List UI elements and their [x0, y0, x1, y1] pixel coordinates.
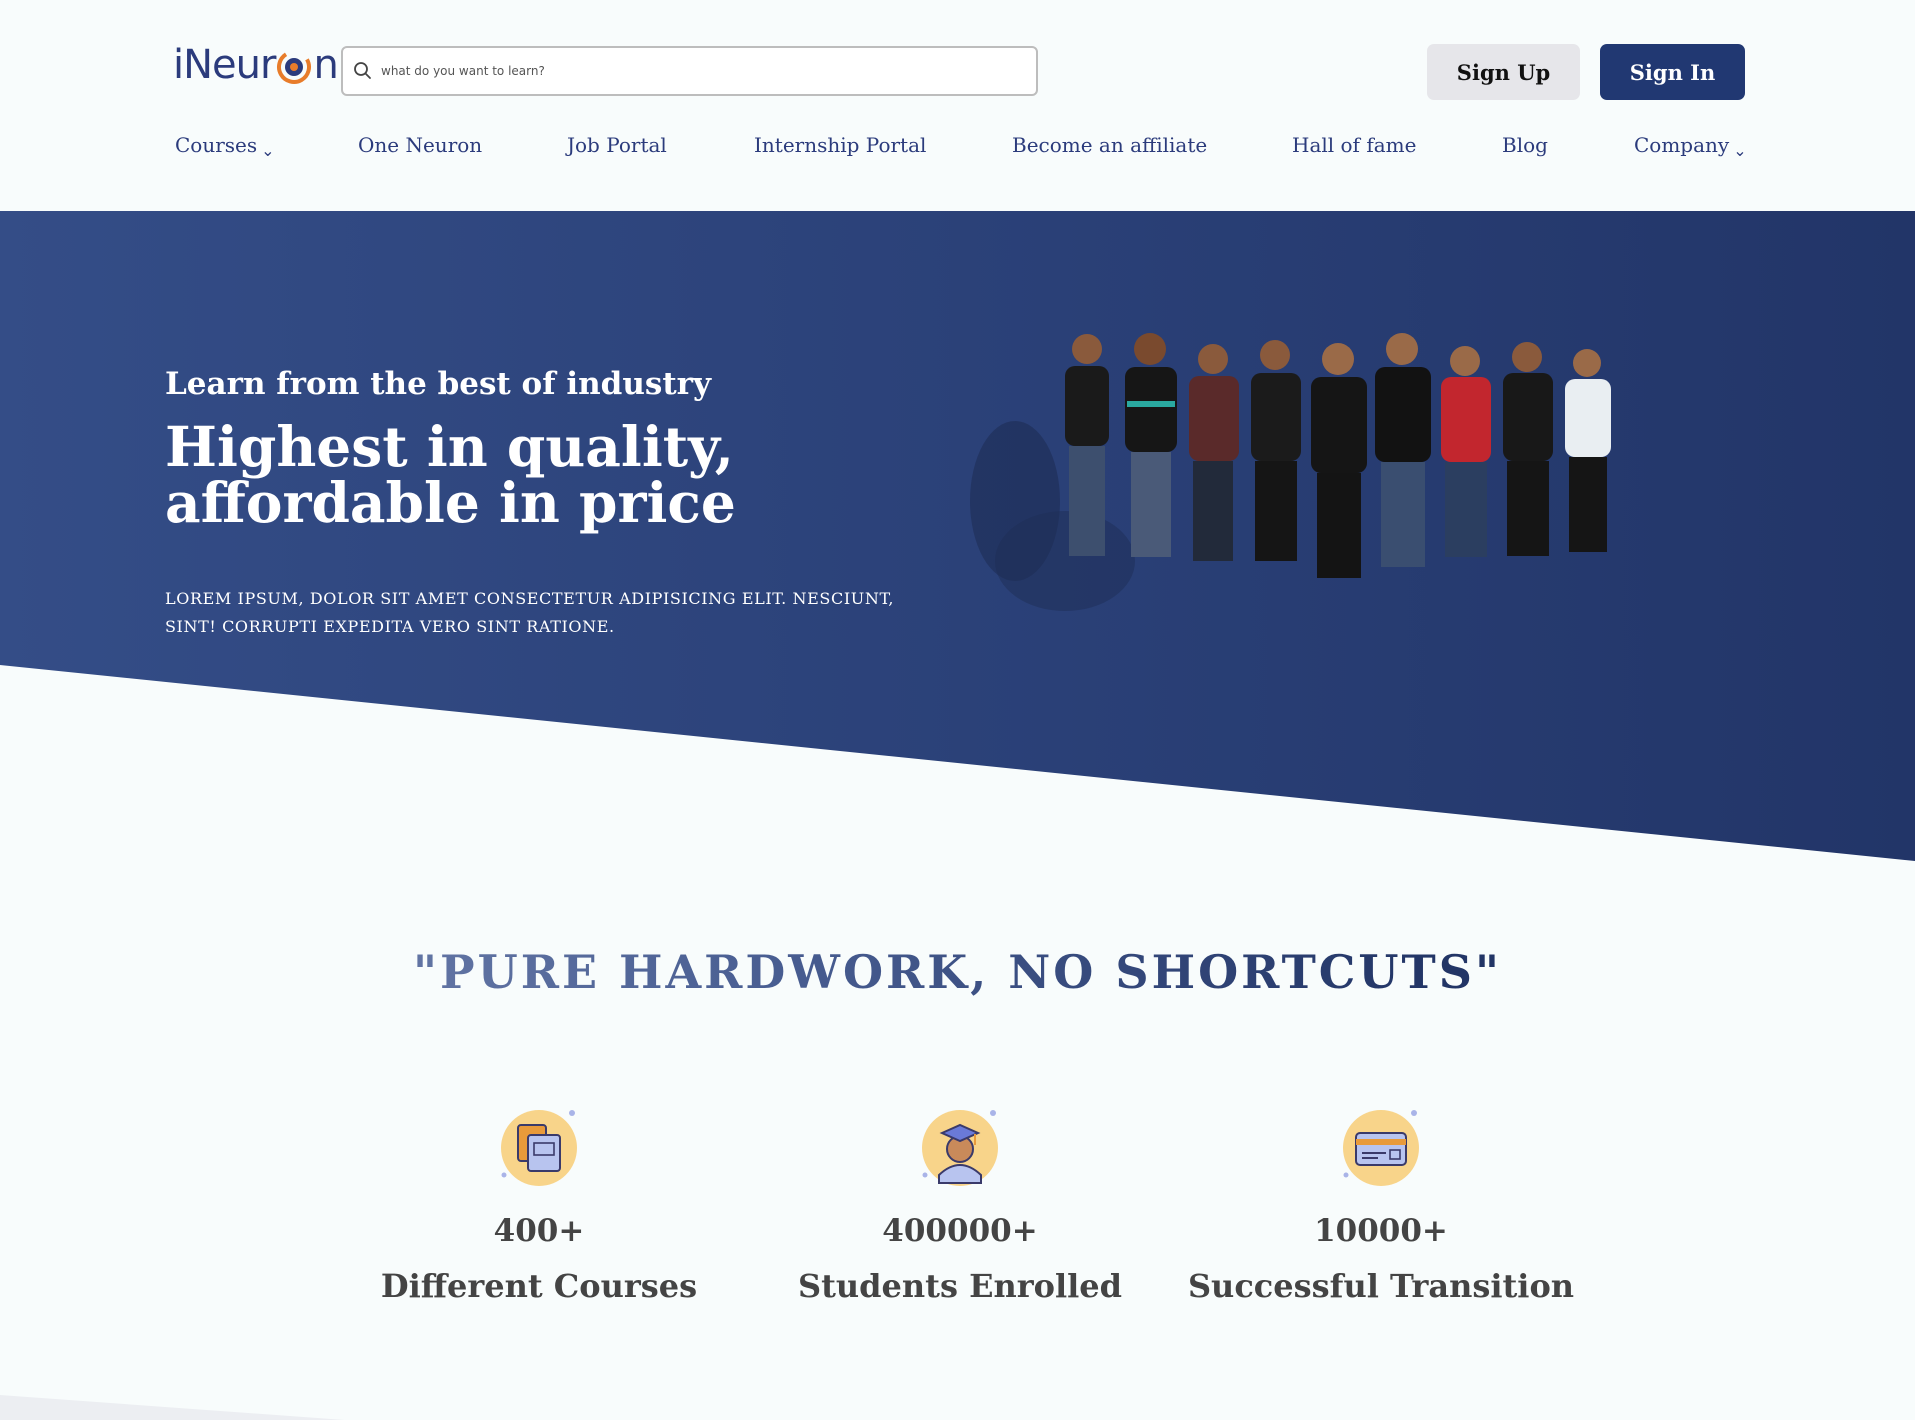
stat-label: Students Enrolled [798, 1267, 1122, 1305]
site-header: iNeur n Sign Up Sign In Courses⌄ One Neu… [0, 0, 1915, 211]
nav-item-label: Hall of fame [1292, 133, 1417, 157]
nav-item-internship-portal[interactable]: Internship Portal [754, 133, 926, 157]
nav-item-label: One Neuron [358, 133, 483, 157]
books-icon [501, 1110, 577, 1186]
sign-in-button[interactable]: Sign In [1600, 44, 1745, 100]
hero-section: Learn from the best of industry Highest … [0, 211, 1915, 861]
nav-item-label: Blog [1502, 133, 1548, 157]
person-figure [1565, 349, 1611, 552]
nav-item-label: Courses [175, 133, 258, 157]
credit-card-icon [1343, 1110, 1419, 1186]
logo-text-start: iNeur [173, 42, 276, 88]
main-nav: Courses ⌄ One Neuron Job Portal Internshi… [0, 133, 1915, 167]
person-figure [1065, 334, 1109, 556]
sign-up-button[interactable]: Sign Up [1427, 44, 1580, 100]
ineuron-logo[interactable]: iNeur n [173, 40, 339, 90]
person-figure [1189, 344, 1239, 561]
nav-item-blog[interactable]: Blog [1502, 133, 1548, 157]
stat-label: Successful Transition [1187, 1267, 1575, 1305]
nav-item-label: Company [1634, 133, 1730, 157]
nav-item-label: Internship Portal [754, 133, 927, 157]
stat-label: Different Courses [380, 1267, 698, 1305]
hero-kicker: Learn from the best of industry [165, 366, 711, 402]
logo-o-icon [276, 49, 312, 85]
person-figure [1375, 333, 1431, 567]
person-figure [1441, 346, 1491, 557]
hero-description: LOREM IPSUM, DOLOR SIT AMET CONSECTETUR … [165, 589, 895, 636]
nav-item-one-neuron[interactable]: One Neuron [358, 133, 482, 157]
person-figure [1125, 333, 1177, 557]
search-input[interactable] [379, 63, 1023, 79]
nav-item-courses[interactable]: Courses ⌄ [175, 133, 275, 160]
stat-transitions: 10000+ Successful Transition [1181, 1105, 1581, 1305]
hero-title: Highest in quality, affordable in price [165, 414, 736, 535]
slogan-heading: "PURE HARDWORK, NO SHORTCUTS" [0, 945, 1915, 999]
stat-number: 10000+ [1314, 1213, 1448, 1249]
stat-courses: 400+ Different Courses [339, 1105, 739, 1305]
stat-number: 400+ [493, 1213, 585, 1249]
graduate-icon [922, 1110, 998, 1186]
nav-item-job-portal[interactable]: Job Portal [567, 133, 667, 157]
nav-item-company[interactable]: Company ⌄ [1634, 133, 1747, 160]
section-divider [0, 1395, 345, 1420]
search-icon [353, 61, 373, 81]
team-photo [970, 333, 1611, 611]
person-figure [1503, 342, 1553, 556]
chevron-down-icon: ⌄ [1733, 141, 1747, 160]
nav-item-label: Job Portal [567, 133, 667, 157]
nav-item-become-affiliate[interactable]: Become an affiliate [1012, 133, 1207, 157]
stat-students: 400000+ Students Enrolled [760, 1105, 1160, 1305]
nav-item-hall-of-fame[interactable]: Hall of fame [1292, 133, 1416, 157]
logo-text-end: n [313, 42, 338, 88]
person-figure [1251, 340, 1301, 561]
search-bar [341, 46, 1038, 96]
nav-item-label: Become an affiliate [1012, 133, 1208, 157]
stat-number: 400000+ [882, 1213, 1038, 1249]
person-figure [1311, 343, 1367, 578]
chevron-down-icon: ⌄ [261, 141, 275, 160]
